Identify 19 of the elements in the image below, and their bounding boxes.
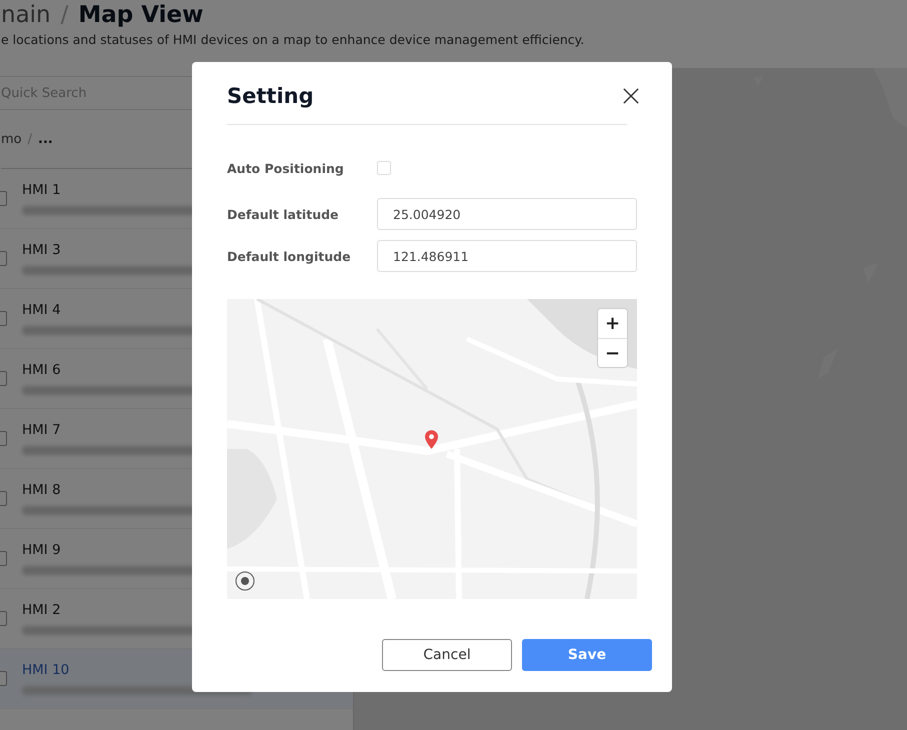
path-link[interactable]: mo [1,132,22,146]
breadcrumb-separator: / [60,2,68,28]
device-name: HMI 4 [22,302,62,318]
path-separator: / [28,132,32,146]
page-title: Map View [78,2,204,28]
field-label: Default longitude [227,248,352,264]
device-name: HMI 2 [22,602,62,618]
path-current: ... [38,132,53,146]
device-name: HMI 9 [22,542,62,558]
device-name: HMI 7 [22,422,62,438]
device-name: HMI 6 [22,362,62,378]
field-label: Default latitude [227,206,340,222]
attribution-icon[interactable] [235,571,255,591]
device-name: HMI 8 [22,482,62,498]
breadcrumb-link[interactable]: nain [1,2,51,28]
device-name: HMI 10 [22,662,70,678]
page-description: e locations and statuses of HMI devices on a map to enhance device management efficiency. [1,32,586,47]
device-name: HMI 1 [22,182,62,198]
dialog-title: Setting [227,84,314,108]
